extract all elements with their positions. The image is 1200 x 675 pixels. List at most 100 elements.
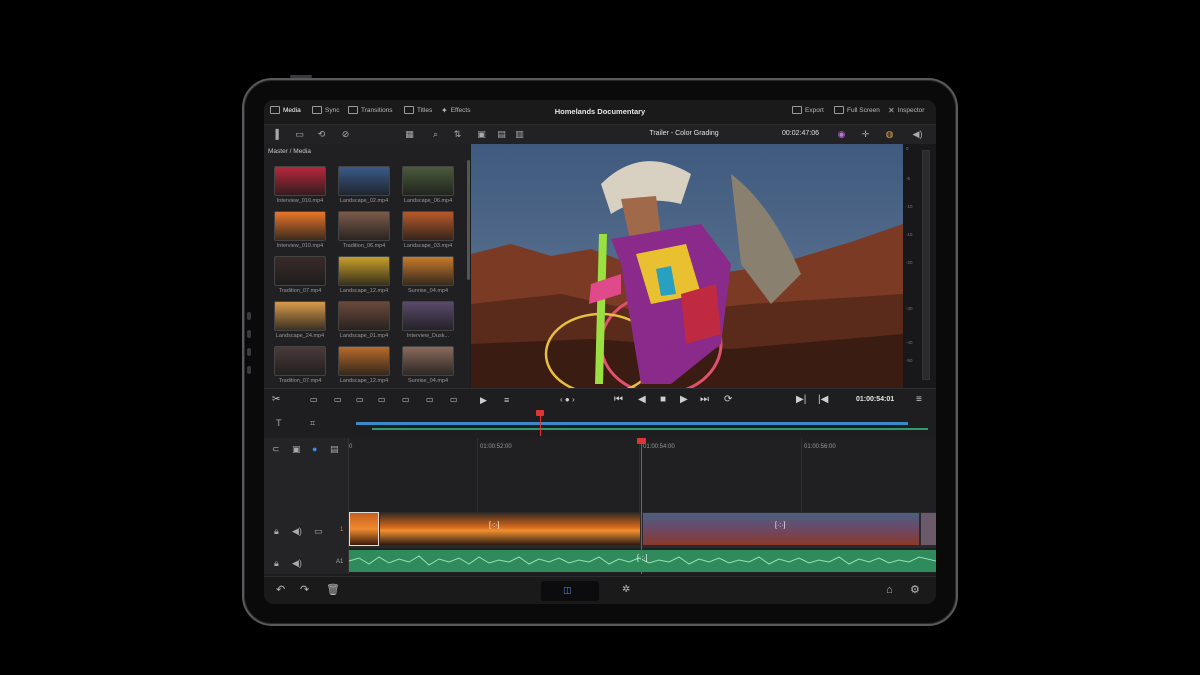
clip-view-icon[interactable]: ▤ bbox=[496, 129, 507, 140]
lock-icon[interactable]: 🔒︎ bbox=[274, 526, 279, 536]
delete-icon[interactable]: 🗑︎ bbox=[326, 584, 340, 596]
camera-icon[interactable]: ◉ bbox=[836, 129, 847, 140]
title-tool-icon[interactable]: T bbox=[276, 418, 282, 428]
inspector-button[interactable]: ✕ Inspector bbox=[888, 106, 924, 115]
clip-transition-icon-2[interactable]: [·:·] bbox=[775, 522, 786, 529]
overview-video-strip bbox=[356, 422, 908, 425]
menu-icon[interactable]: ≡ bbox=[916, 394, 922, 406]
audio-transition-icon[interactable]: [·:·] bbox=[637, 555, 648, 562]
timeline[interactable]: 0 01:00:52:00 01:00:54:00 01:00:56:00 [·… bbox=[348, 438, 936, 574]
fit-fill-icon[interactable]: ▭ bbox=[402, 394, 410, 406]
flag-icon[interactable]: ▤ bbox=[330, 444, 339, 454]
audio-lock-icon[interactable]: 🔒︎ bbox=[274, 558, 279, 568]
media-clip-thumbnail[interactable] bbox=[338, 256, 390, 286]
audio-mute-icon[interactable]: ◀) bbox=[292, 526, 302, 536]
linked-selection-icon[interactable]: ▣ bbox=[292, 444, 301, 454]
audio-settings-icon[interactable]: ≡ bbox=[504, 394, 509, 406]
page-picker-icon[interactable]: ✲ bbox=[622, 584, 630, 596]
media-clip-label: Sunrise_04.mp4 bbox=[407, 288, 449, 294]
cut-page-icon[interactable]: ◫ bbox=[563, 585, 572, 596]
viewer-mode-icon[interactable]: ▣ bbox=[476, 129, 487, 140]
playback-mode-icon[interactable]: ▶ bbox=[480, 394, 487, 406]
media-clip-thumbnail[interactable] bbox=[338, 166, 390, 196]
relink-icon[interactable]: ⊘ bbox=[340, 129, 351, 140]
media-clip-thumbnail[interactable] bbox=[402, 256, 454, 286]
meter-bar bbox=[922, 150, 930, 380]
snap-icon[interactable]: ⊂ bbox=[272, 444, 280, 454]
media-clip-thumbnail[interactable] bbox=[402, 346, 454, 376]
link-icon[interactable]: ⟲ bbox=[316, 129, 327, 140]
overwrite-icon[interactable]: ▭ bbox=[356, 394, 364, 406]
prev-marker-icon[interactable]: ‹ ● › bbox=[560, 394, 575, 406]
insert-icon[interactable]: ▭ bbox=[334, 394, 342, 406]
viewer bbox=[471, 144, 903, 396]
reverse-icon[interactable]: ◀ bbox=[638, 394, 646, 406]
blade-tool-icon[interactable]: ✂ bbox=[272, 394, 280, 406]
media-clip-thumbnail[interactable] bbox=[402, 301, 454, 331]
timeline-overview[interactable]: T ⌗ bbox=[264, 410, 936, 438]
timeline-view-icon[interactable]: ▥ bbox=[514, 129, 525, 140]
media-clip-label: Tradition_07.mp4 bbox=[278, 288, 322, 294]
audio-track[interactable]: [·:·] bbox=[348, 550, 936, 572]
overview-playhead-head[interactable] bbox=[536, 410, 544, 416]
media-clip-label: Landscape_06.mp4 bbox=[403, 198, 453, 204]
undo-icon[interactable]: ↶ bbox=[276, 584, 285, 596]
prev-clip-icon[interactable]: |◀ bbox=[818, 394, 828, 406]
home-icon[interactable]: ⌂ bbox=[886, 584, 893, 596]
timeline-name[interactable]: Trailer - Color Grading bbox=[624, 130, 744, 137]
sort-icon[interactable]: ⇅ bbox=[452, 129, 463, 140]
video-clip-dancer[interactable] bbox=[643, 513, 919, 545]
play-icon[interactable]: ▶ bbox=[680, 394, 688, 406]
timeline-playhead[interactable] bbox=[641, 438, 642, 574]
media-clip-thumbnail[interactable] bbox=[338, 211, 390, 241]
playhead-handle[interactable] bbox=[637, 438, 646, 444]
media-clip-label: Landscape_01.mp4 bbox=[339, 333, 389, 339]
audio-track-speaker-icon[interactable]: ◀) bbox=[292, 558, 302, 568]
export-button[interactable]: Export bbox=[792, 106, 824, 114]
video-toggle-icon[interactable]: ▭ bbox=[314, 526, 323, 536]
redo-icon[interactable]: ↷ bbox=[300, 584, 309, 596]
media-clip-label: Landscape_02.mp4 bbox=[339, 198, 389, 204]
media-scrollbar[interactable] bbox=[467, 160, 470, 280]
next-clip-icon[interactable]: ▶| bbox=[796, 394, 806, 406]
toolbar: ▐ ▭ ⟲ ⊘ ▦ ⌕ ⇅ ▣ ▤ ▥ Trailer - Color Grad… bbox=[264, 124, 936, 146]
replace-icon[interactable]: ▭ bbox=[378, 394, 386, 406]
media-clip-thumbnail[interactable] bbox=[338, 301, 390, 331]
media-clip-thumbnail[interactable] bbox=[338, 346, 390, 376]
go-to-end-icon[interactable]: ⏭ bbox=[700, 394, 709, 406]
media-clip-thumbnail[interactable] bbox=[274, 346, 326, 376]
media-clip-thumbnail[interactable] bbox=[274, 301, 326, 331]
import-icon[interactable]: ▭ bbox=[294, 129, 305, 140]
app-screen: Media Sync Transitions Titles ✦ Effects H… bbox=[264, 100, 936, 604]
video-track[interactable]: [·:·] [·:·] bbox=[349, 512, 936, 548]
stop-icon[interactable]: ■ bbox=[660, 394, 666, 406]
panel-toggle-icon[interactable]: ▐ bbox=[270, 129, 281, 140]
transform-icon[interactable]: ✛ bbox=[860, 129, 871, 140]
marker-icon[interactable]: ● bbox=[312, 444, 317, 454]
media-clip-thumbnail[interactable] bbox=[274, 211, 326, 241]
append-icon[interactable]: ▭ bbox=[426, 394, 434, 406]
loop-icon[interactable]: ⟳ bbox=[724, 394, 732, 406]
side-sensor-dot-2 bbox=[247, 366, 251, 374]
crop-tool-icon[interactable]: ⌗ bbox=[310, 418, 315, 428]
ruler-start: 0 bbox=[349, 444, 353, 450]
color-wheel-icon[interactable]: ◍ bbox=[884, 129, 895, 140]
video-clip-sunset[interactable] bbox=[380, 513, 640, 545]
media-clip-thumbnail[interactable] bbox=[402, 211, 454, 241]
fullscreen-button[interactable]: Full Screen bbox=[834, 106, 880, 114]
video-clip-next[interactable] bbox=[921, 513, 936, 545]
grid-view-icon[interactable]: ▦ bbox=[404, 129, 415, 140]
transport-bar: ✂ ▭ ▭ ▭ ▭ ▭ ▭ ▭ ▶ ≡ ‹ ● › ⏮ ◀ ■ ▶ ⏭ ⟳ ▶|… bbox=[264, 388, 936, 411]
media-clip-thumbnail[interactable] bbox=[402, 166, 454, 196]
settings-gear-icon[interactable]: ⚙ bbox=[910, 584, 920, 596]
video-clip-selected[interactable] bbox=[349, 512, 379, 546]
media-clip-thumbnail[interactable] bbox=[274, 256, 326, 286]
place-on-top-icon[interactable]: ▭ bbox=[450, 394, 458, 406]
page-switcher[interactable]: ◫ bbox=[541, 581, 599, 601]
edit-tool-icon[interactable]: ▭ bbox=[310, 394, 318, 406]
clip-transition-icon[interactable]: [·:·] bbox=[489, 522, 500, 529]
go-to-start-icon[interactable]: ⏮ bbox=[614, 394, 623, 406]
media-clip-thumbnail[interactable] bbox=[274, 166, 326, 196]
speaker-icon[interactable]: ◀) bbox=[912, 129, 923, 140]
search-icon[interactable]: ⌕ bbox=[430, 129, 441, 140]
